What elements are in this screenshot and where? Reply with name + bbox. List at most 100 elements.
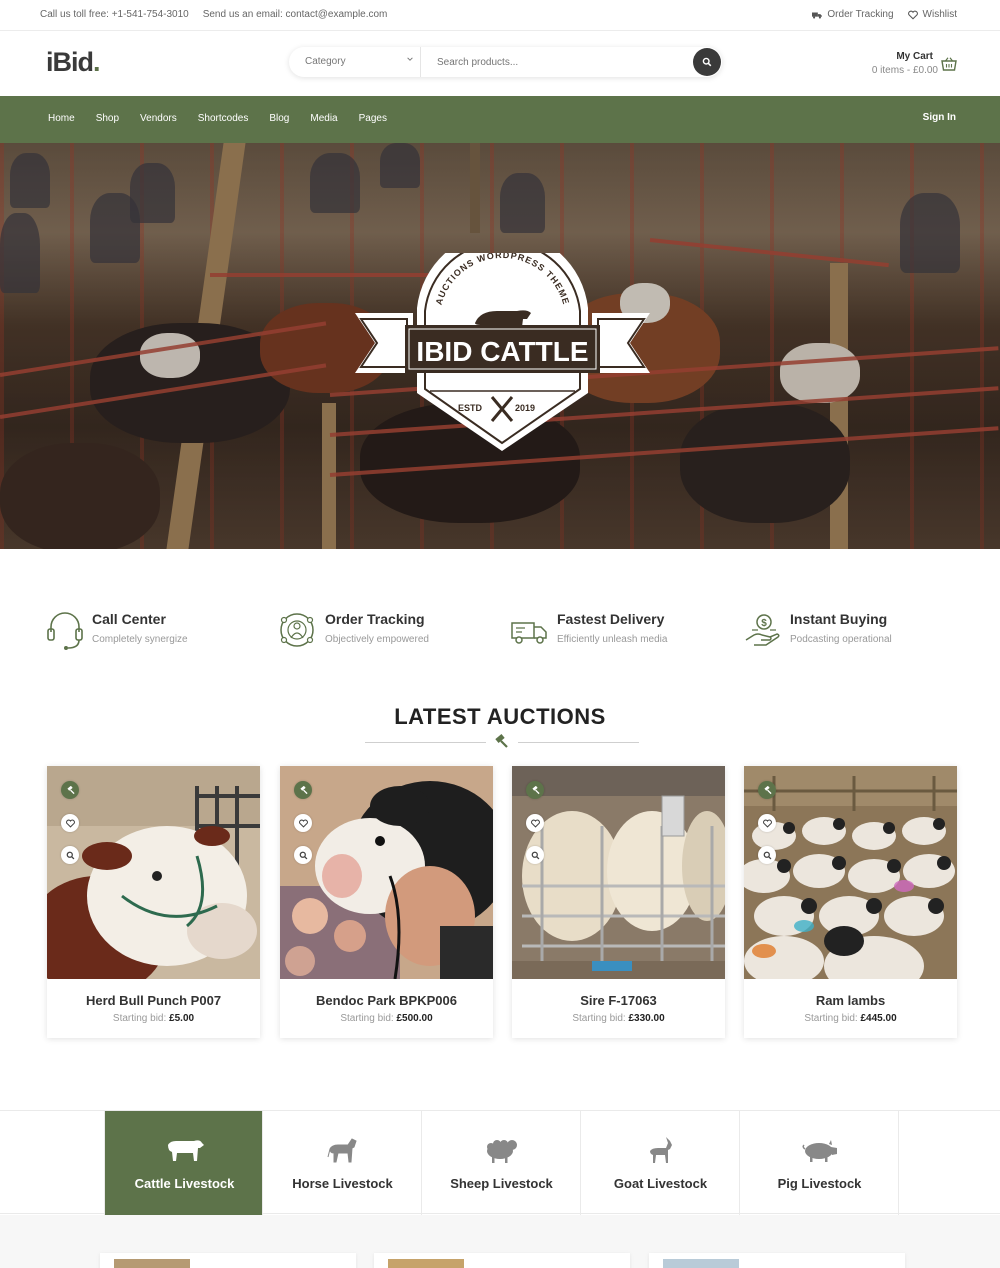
globe-person-icon [280,613,314,647]
wishlist-button[interactable] [294,814,312,832]
cart-widget[interactable]: My Cart 0 items - £0.00 [872,51,957,76]
nav-item-shop[interactable]: Shop [96,113,119,124]
truck-icon [511,622,547,644]
order-tracking-link[interactable]: Order Tracking [812,9,894,20]
search-bar: Category [289,47,722,77]
tab-label: Sheep Livestock [450,1176,553,1191]
product-name[interactable]: Herd Bull Punch P007 [47,993,260,1008]
tab-pig-livestock[interactable]: Pig Livestock [740,1111,899,1215]
nav-item-vendors[interactable]: Vendors [140,113,177,124]
main-nav: Home Shop Vendors Shortcodes Blog Media … [0,96,1000,143]
money-hand-icon: $ [745,614,780,646]
feature-title: Order Tracking [325,611,425,627]
auction-card[interactable]: Ram lambs Starting bid: £445.00 [744,766,957,1038]
horse-icon [327,1138,357,1163]
hero-banner: AUCTIONS WORDPRESS THEME IBID CATTLE EST… [0,143,1000,549]
category-select[interactable]: Category [289,47,421,77]
gavel-icon [66,785,75,794]
product-image[interactable] [47,766,260,979]
bid-price: £5.00 [169,1013,195,1024]
cart-title: My Cart [896,51,933,62]
starting-bid: Starting bid: £445.00 [744,1013,957,1024]
section-title-latest-auctions: LATEST AUCTIONS [394,704,606,729]
bid-button[interactable] [526,781,544,799]
tab-sheep-livestock[interactable]: Sheep Livestock [422,1111,581,1215]
auction-card[interactable]: Herd Bull Punch P007 Starting bid: £5.00 [47,766,260,1038]
wishlist-link[interactable]: Wishlist [907,9,957,20]
product-card-preview[interactable] [100,1253,356,1268]
heart-icon [907,10,918,20]
nav-item-shortcodes[interactable]: Shortcodes [198,113,249,124]
feature-subtitle: Completely synergize [92,634,188,645]
product-name[interactable]: Bendoc Park BPKP006 [280,993,493,1008]
gavel-icon [531,785,540,794]
chevron-down-icon [407,57,413,61]
email-text[interactable]: Send us an email: contact@example.com [203,9,388,20]
quick-view-button[interactable] [526,846,544,864]
bid-button[interactable] [758,781,776,799]
product-image[interactable] [512,766,725,979]
tab-horse-livestock[interactable]: Horse Livestock [263,1111,422,1215]
starting-bid: Starting bid: £330.00 [512,1013,725,1024]
wishlist-button[interactable] [526,814,544,832]
goat-icon [650,1137,672,1163]
search-icon [763,851,771,859]
search-button[interactable] [693,48,721,76]
tab-label: Horse Livestock [292,1176,393,1191]
tab-cattle-livestock[interactable]: Cattle Livestock [104,1111,263,1224]
category-products-area [0,1215,1000,1268]
tab-label: Pig Livestock [777,1176,862,1191]
product-image[interactable] [280,766,493,979]
feature-title: Instant Buying [790,611,888,627]
heart-icon [762,819,772,828]
gavel-icon [763,785,772,794]
product-name[interactable]: Ram lambs [744,993,957,1008]
quick-view-button[interactable] [758,846,776,864]
quick-view-button[interactable] [61,846,79,864]
order-tracking-label: Order Tracking [827,9,894,20]
feature-fastest-delivery: Fastest Delivery Efficiently unleash med… [511,600,741,660]
feature-title: Fastest Delivery [557,611,665,627]
feature-order-tracking: Order Tracking Objectively empowered [279,600,509,660]
product-image[interactable] [744,766,957,979]
badge-year: 2019 [515,403,535,413]
wishlist-button[interactable] [61,814,79,832]
cart-summary: 0 items - £0.00 [871,65,938,76]
product-thumbnail[interactable] [114,1259,190,1268]
product-card-preview[interactable] [374,1253,630,1268]
search-icon [702,57,712,67]
tab-goat-livestock[interactable]: Goat Livestock [581,1111,740,1215]
heart-icon [530,819,540,828]
gavel-icon [495,734,508,748]
auction-card[interactable]: Sire F-17063 Starting bid: £330.00 [512,766,725,1038]
product-card-preview[interactable] [649,1253,905,1268]
title-divider-right [518,742,639,743]
product-thumbnail[interactable] [663,1259,739,1268]
nav-item-media[interactable]: Media [310,113,337,124]
product-name[interactable]: Sire F-17063 [512,993,725,1008]
bid-price: £500.00 [396,1013,433,1024]
bid-label: Starting bid: [804,1013,858,1024]
bid-button[interactable] [61,781,79,799]
tab-label: Goat Livestock [613,1176,708,1191]
wishlist-button[interactable] [758,814,776,832]
title-divider-left [365,742,486,743]
features-row: Call Center Completely synergize Order T… [0,600,1000,660]
feature-subtitle: Efficiently unleash media [557,634,668,645]
sign-in-link[interactable]: Sign In [923,112,956,123]
phone-text: Call us toll free: +1-541-754-3010 [40,9,189,20]
auction-card[interactable]: Bendoc Park BPKP006 Starting bid: £500.0… [280,766,493,1038]
nav-item-home[interactable]: Home [48,113,75,124]
badge-title: IBID CATTLE [416,336,588,367]
nav-item-pages[interactable]: Pages [359,113,387,124]
logo-text: iBid [46,47,94,77]
feature-subtitle: Podcasting operational [790,634,892,645]
search-input[interactable] [422,47,682,77]
product-thumbnail[interactable] [388,1259,464,1268]
svg-text:$: $ [761,618,767,629]
bid-label: Starting bid: [340,1013,394,1024]
quick-view-button[interactable] [294,846,312,864]
nav-item-blog[interactable]: Blog [269,113,289,124]
bid-button[interactable] [294,781,312,799]
site-logo[interactable]: iBid. [46,47,100,78]
